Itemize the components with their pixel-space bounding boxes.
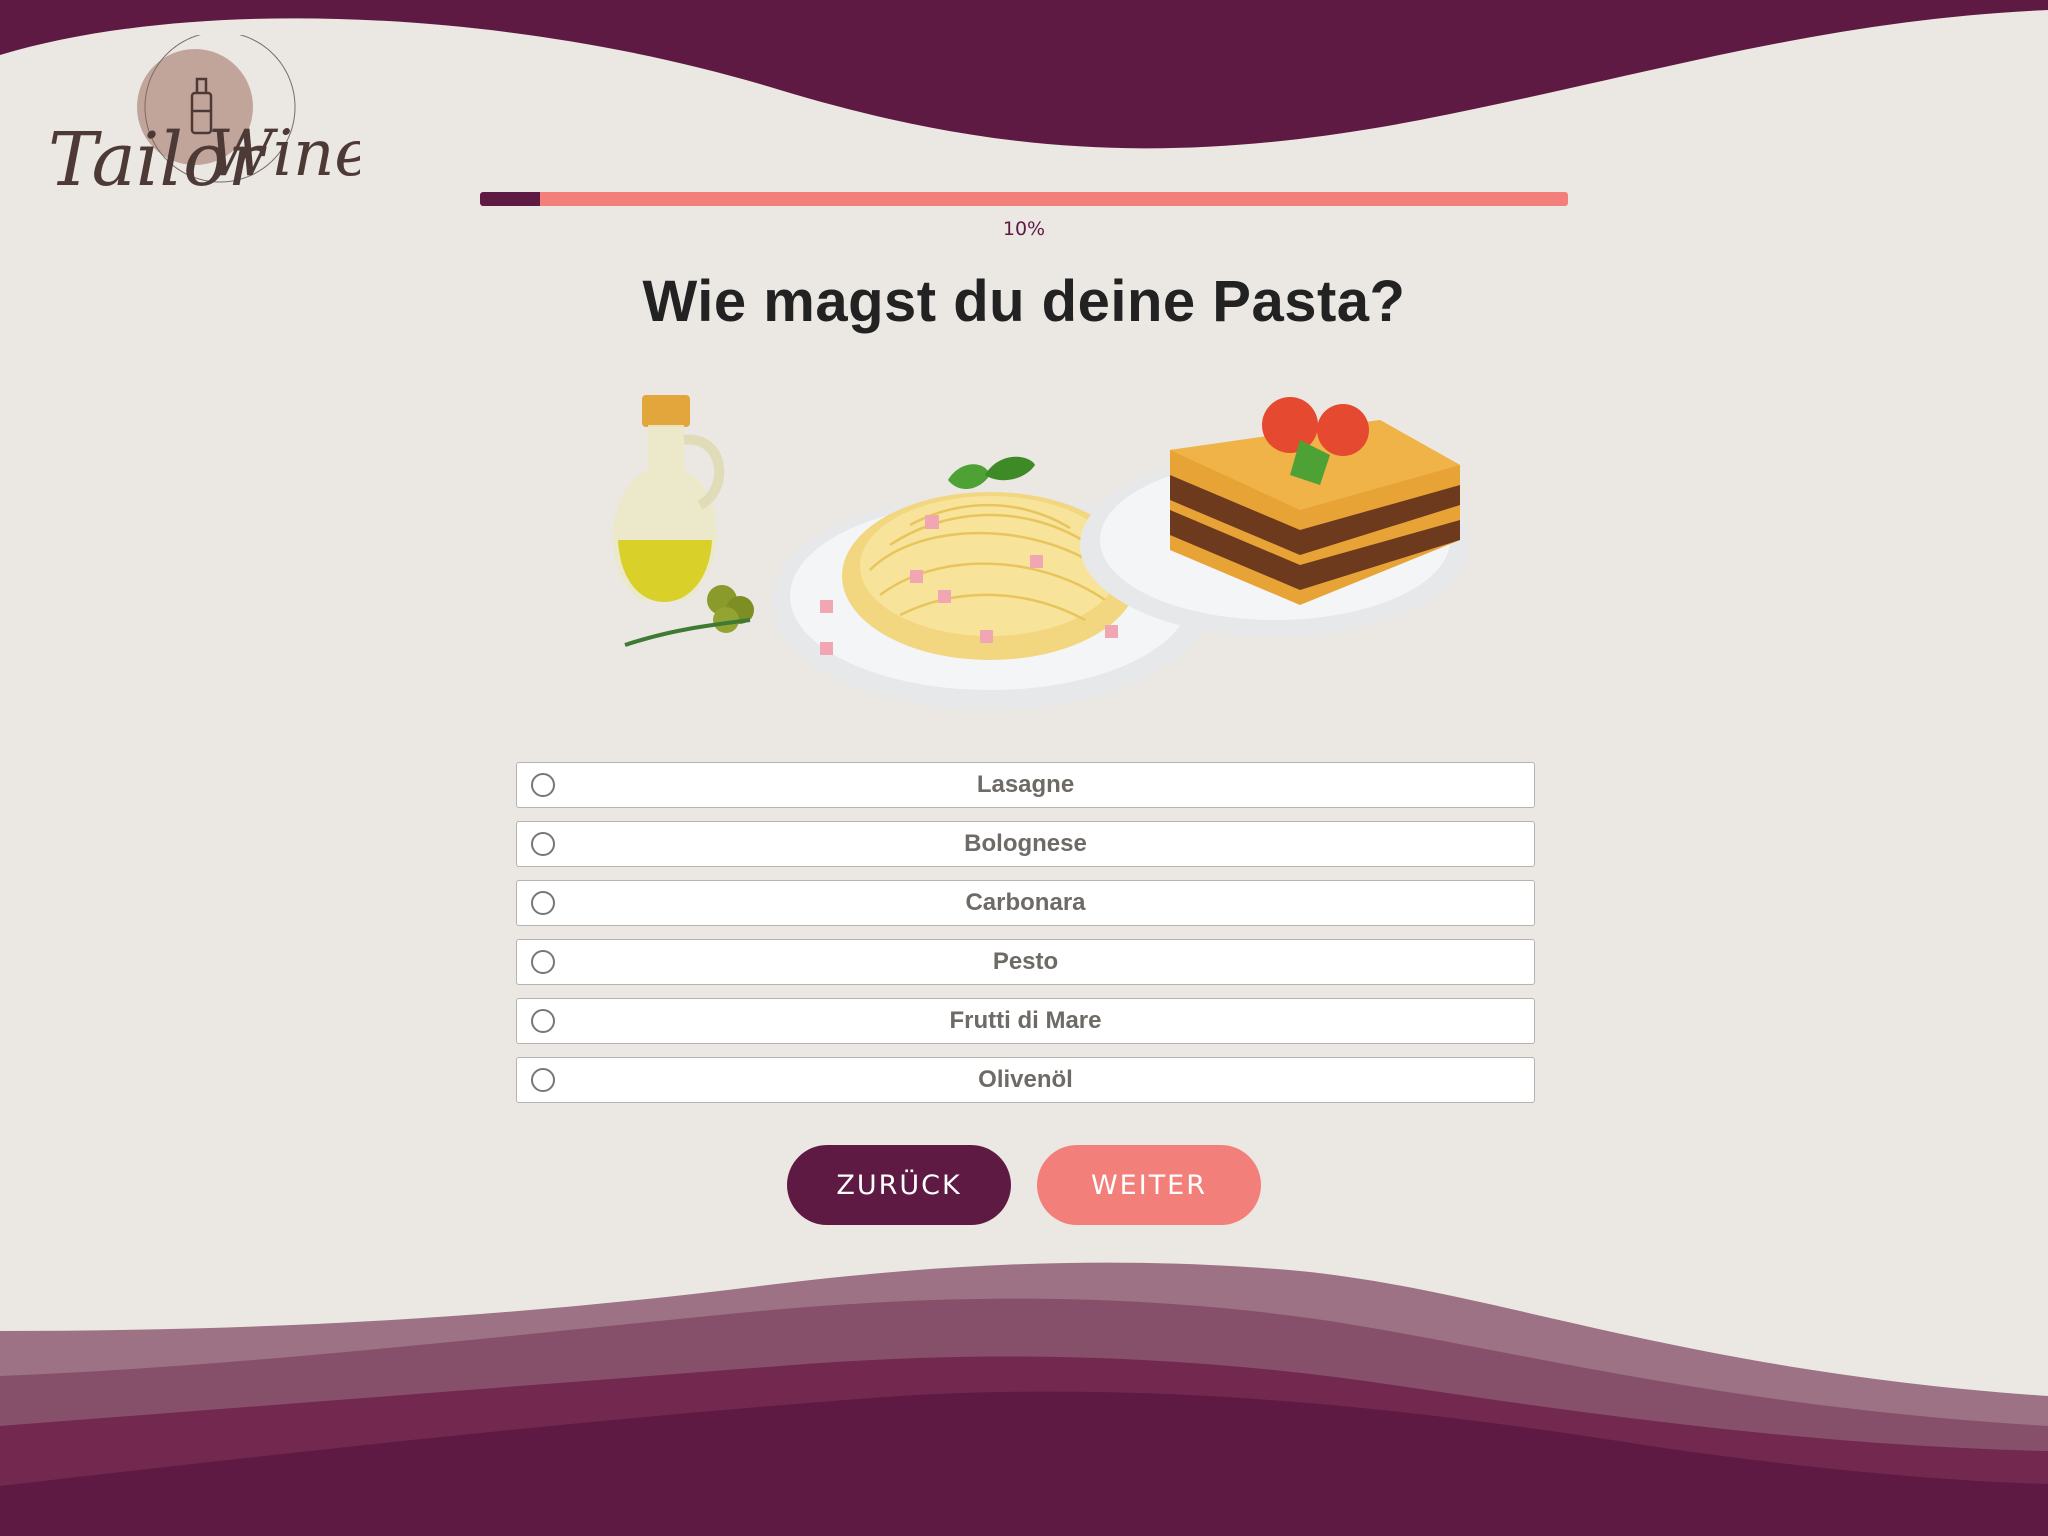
- progress-bar: [480, 192, 1568, 206]
- next-button[interactable]: WEITER: [1037, 1145, 1261, 1225]
- radio-button[interactable]: [531, 832, 555, 856]
- radio-button[interactable]: [531, 1009, 555, 1033]
- option-frutti-di-mare[interactable]: Frutti di Mare: [516, 998, 1535, 1044]
- question-title: Wie magst du deine Pasta?: [642, 269, 1406, 334]
- olive-oil-bottle-icon: [612, 395, 754, 647]
- option-label: Bolognese: [964, 830, 1087, 857]
- option-label: Lasagne: [976, 771, 1075, 798]
- tailorwine-logo: Tailor Wine: [48, 35, 360, 203]
- pasta-illustration: [612, 395, 1470, 710]
- option-label: Pesto: [992, 948, 1059, 975]
- option-olivenoel[interactable]: Olivenöl: [516, 1057, 1535, 1103]
- option-label: Carbonara: [965, 889, 1086, 916]
- back-button[interactable]: ZURÜCK: [787, 1145, 1011, 1225]
- option-carbonara[interactable]: Carbonara: [516, 880, 1535, 926]
- progress-percent-label: 10%: [1002, 218, 1046, 240]
- lasagne-plate-icon: [1080, 397, 1470, 637]
- answer-options: Lasagne Bolognese Carbonara Pesto Frutti…: [516, 762, 1535, 1116]
- option-label: Olivenöl: [978, 1066, 1073, 1093]
- progress-section: 10%: [480, 192, 1568, 240]
- bottom-wave-decoration: [0, 1262, 2048, 1536]
- navigation-buttons: ZURÜCK WEITER: [0, 1145, 2048, 1225]
- option-lasagne[interactable]: Lasagne: [516, 762, 1535, 808]
- radio-button[interactable]: [531, 773, 555, 797]
- option-label: Frutti di Mare: [949, 1007, 1102, 1034]
- option-bolognese[interactable]: Bolognese: [516, 821, 1535, 867]
- radio-button[interactable]: [531, 950, 555, 974]
- option-pesto[interactable]: Pesto: [516, 939, 1535, 985]
- svg-text:Wine: Wine: [208, 117, 360, 191]
- progress-fill: [480, 192, 540, 206]
- radio-button[interactable]: [531, 1068, 555, 1092]
- radio-button[interactable]: [531, 891, 555, 915]
